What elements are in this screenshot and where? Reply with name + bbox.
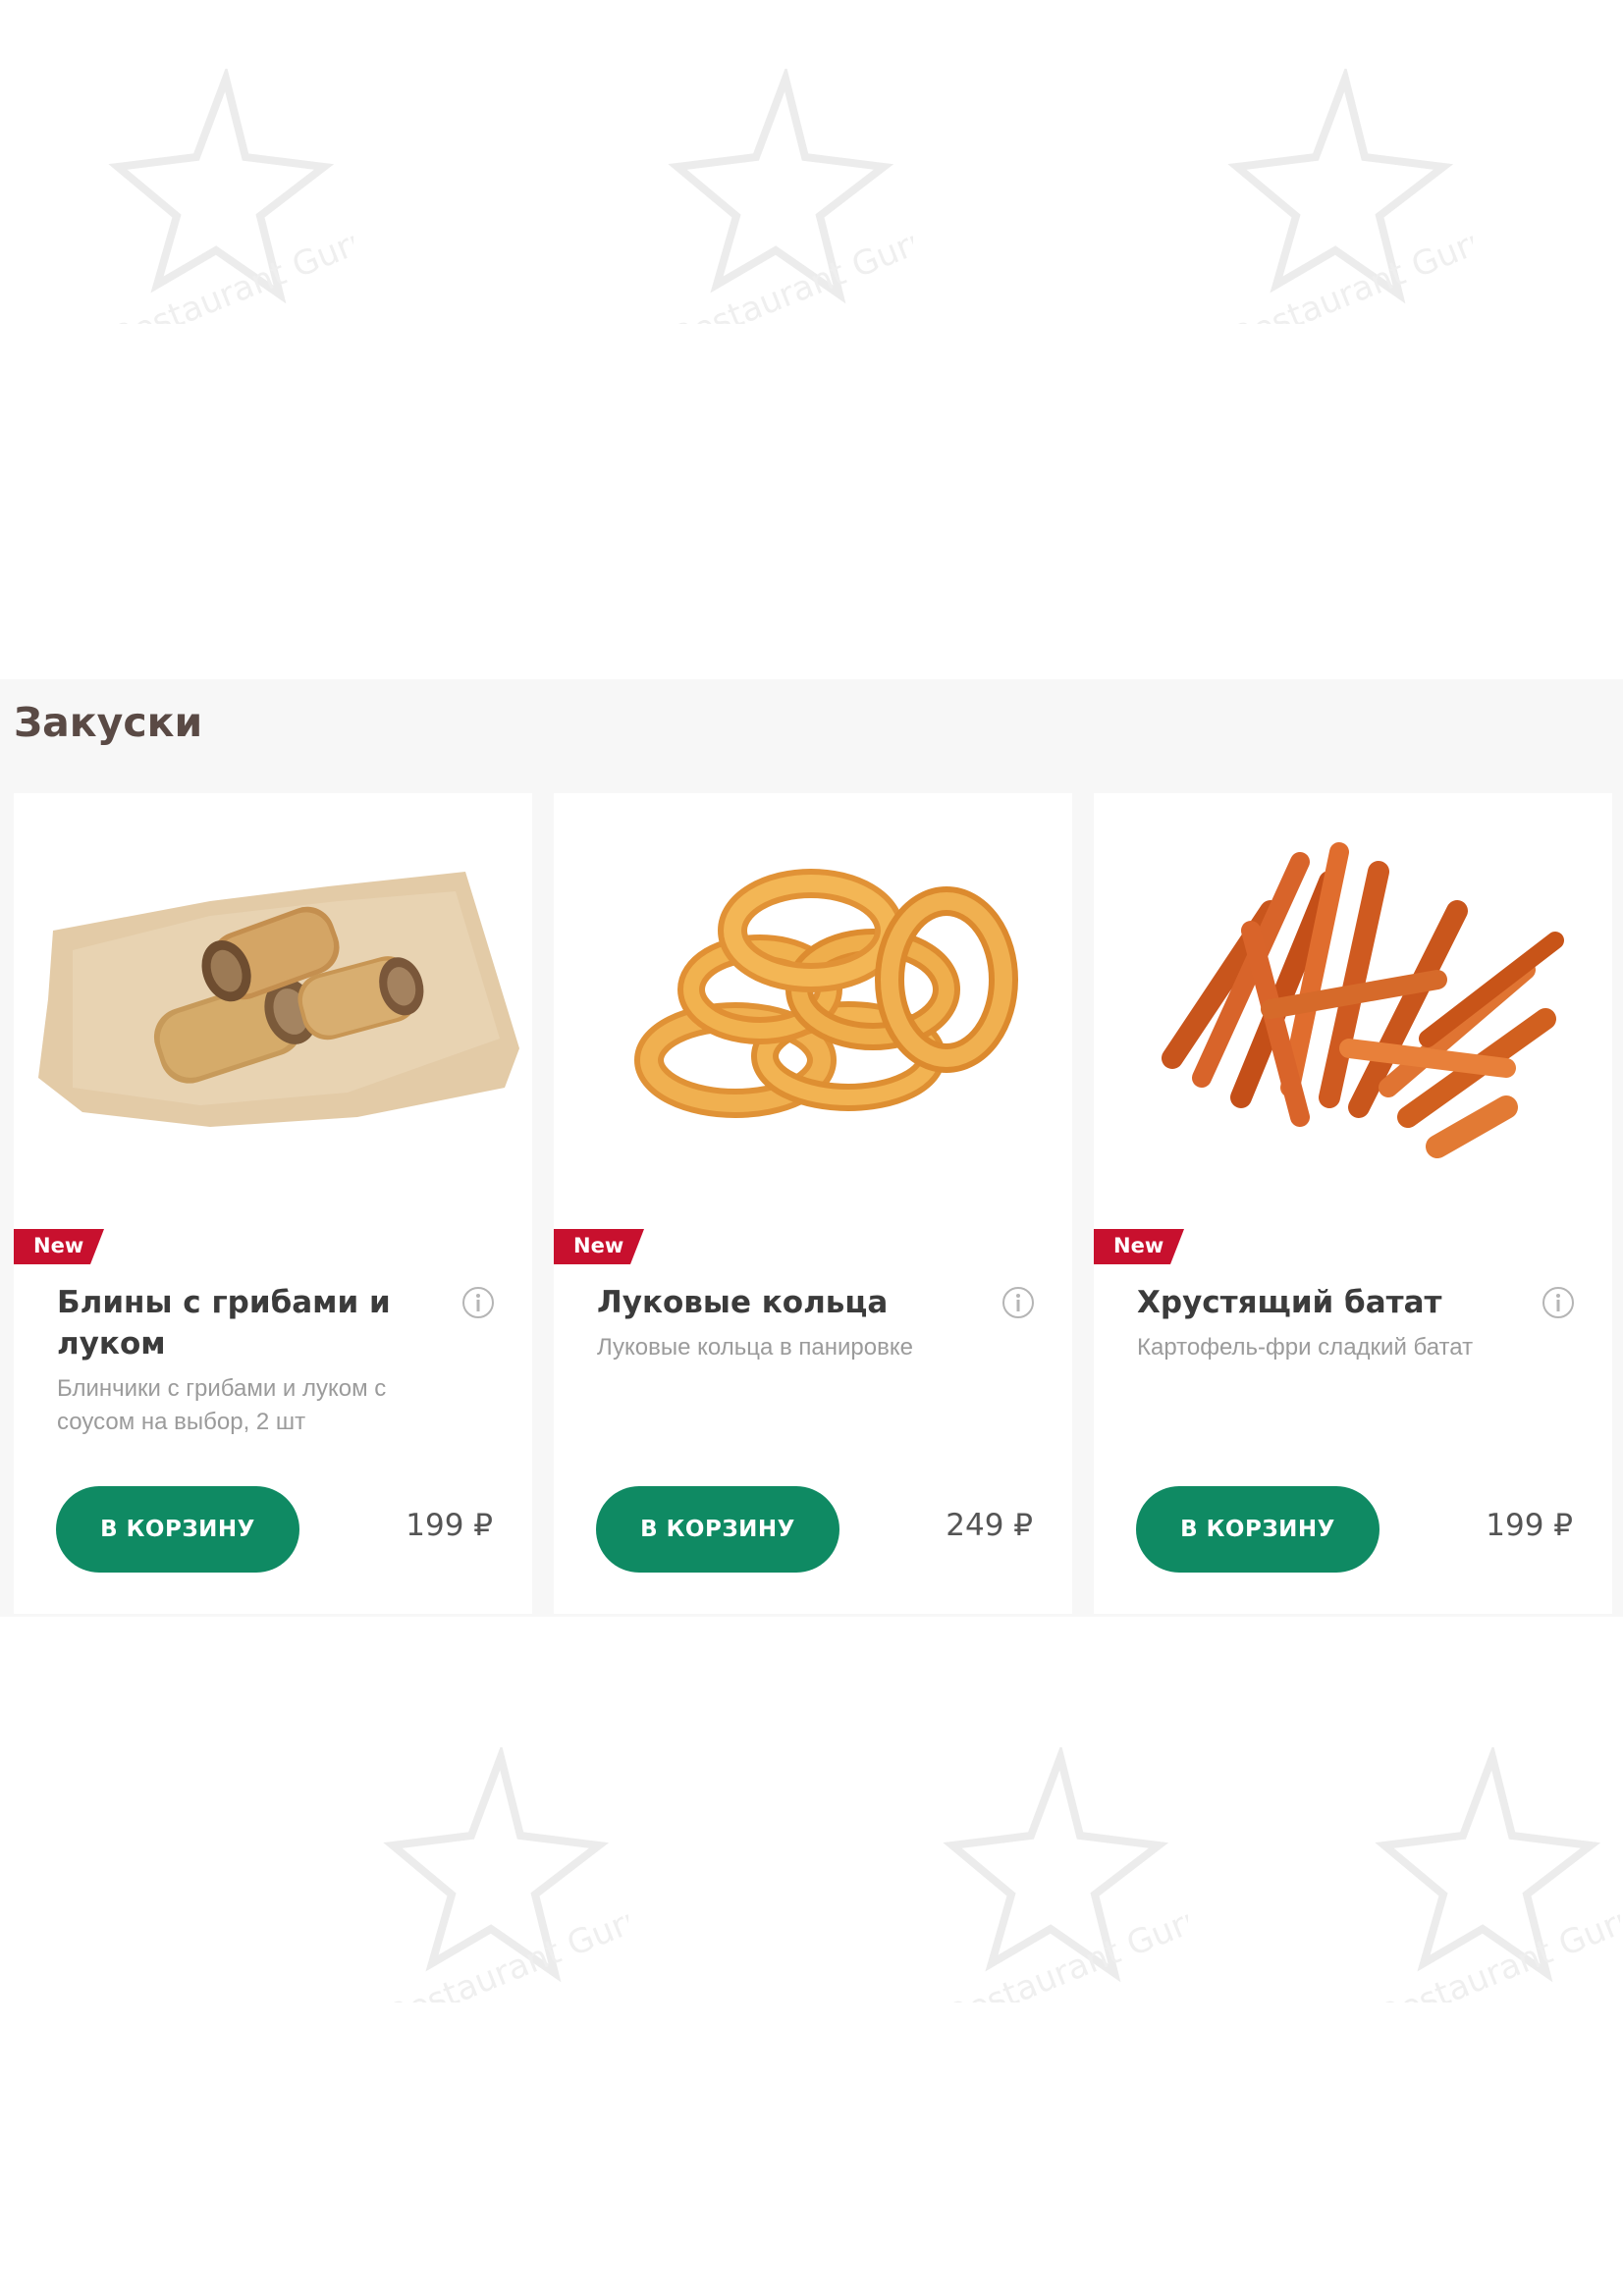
watermark-logo: Restaurant Guru bbox=[893, 1747, 1188, 2002]
product-description: Луковые кольца в панировке bbox=[597, 1334, 913, 1361]
add-to-cart-button[interactable]: В КОРЗИНУ bbox=[596, 1486, 839, 1573]
product-card: New Луковые кольца Луковые кольца в пани… bbox=[554, 793, 1072, 1614]
onion-rings-image[interactable] bbox=[554, 793, 1072, 1176]
info-icon[interactable] bbox=[461, 1286, 495, 1319]
product-price: 199 ₽ bbox=[1486, 1508, 1573, 1543]
svg-text:Restaurant Guru: Restaurant Guru bbox=[1226, 219, 1473, 324]
product-description: Блинчики с грибами и луком с соусом на в… bbox=[57, 1375, 387, 1435]
info-icon[interactable] bbox=[1001, 1286, 1035, 1319]
svg-text:Restaurant Guru: Restaurant Guru bbox=[1374, 1897, 1620, 2002]
info-icon[interactable] bbox=[1542, 1286, 1575, 1319]
product-title: Блины с грибами и луком bbox=[57, 1285, 391, 1362]
new-badge: New bbox=[14, 1229, 104, 1264]
add-to-cart-button[interactable]: В КОРЗИНУ bbox=[1136, 1486, 1380, 1573]
watermark-logo: Restaurant Guru bbox=[1178, 69, 1473, 324]
watermark-logo: Restaurant Guru bbox=[1325, 1747, 1620, 2002]
pancake-rolls-image[interactable] bbox=[14, 793, 532, 1176]
watermark-logo: Restaurant Guru bbox=[619, 69, 913, 324]
svg-text:Restaurant Guru: Restaurant Guru bbox=[107, 219, 353, 324]
new-badge: New bbox=[1094, 1229, 1184, 1264]
section-title: Закуски bbox=[14, 699, 203, 746]
new-badge: New bbox=[554, 1229, 644, 1264]
product-title: Хрустящий батат bbox=[1137, 1285, 1442, 1320]
watermark-logo: Restaurant Guru bbox=[59, 69, 353, 324]
sweet-potato-fries-image[interactable] bbox=[1094, 793, 1612, 1176]
svg-text:Restaurant Guru: Restaurant Guru bbox=[382, 1897, 628, 2002]
add-to-cart-button[interactable]: В КОРЗИНУ bbox=[56, 1486, 299, 1573]
product-card: New Хрустящий батат Картофель-фри сладки… bbox=[1094, 793, 1612, 1614]
svg-text:Restaurant Guru: Restaurant Guru bbox=[942, 1897, 1188, 2002]
product-price: 249 ₽ bbox=[946, 1508, 1033, 1543]
watermark-logo: Restaurant Guru bbox=[334, 1747, 628, 2002]
product-title: Луковые кольца bbox=[597, 1285, 889, 1320]
svg-text:Restaurant Guru: Restaurant Guru bbox=[667, 219, 913, 324]
product-card: New Блины с грибами и луком Блинчики с г… bbox=[14, 793, 532, 1614]
product-price: 199 ₽ bbox=[406, 1508, 493, 1543]
product-description: Картофель-фри сладкий батат bbox=[1137, 1334, 1474, 1361]
